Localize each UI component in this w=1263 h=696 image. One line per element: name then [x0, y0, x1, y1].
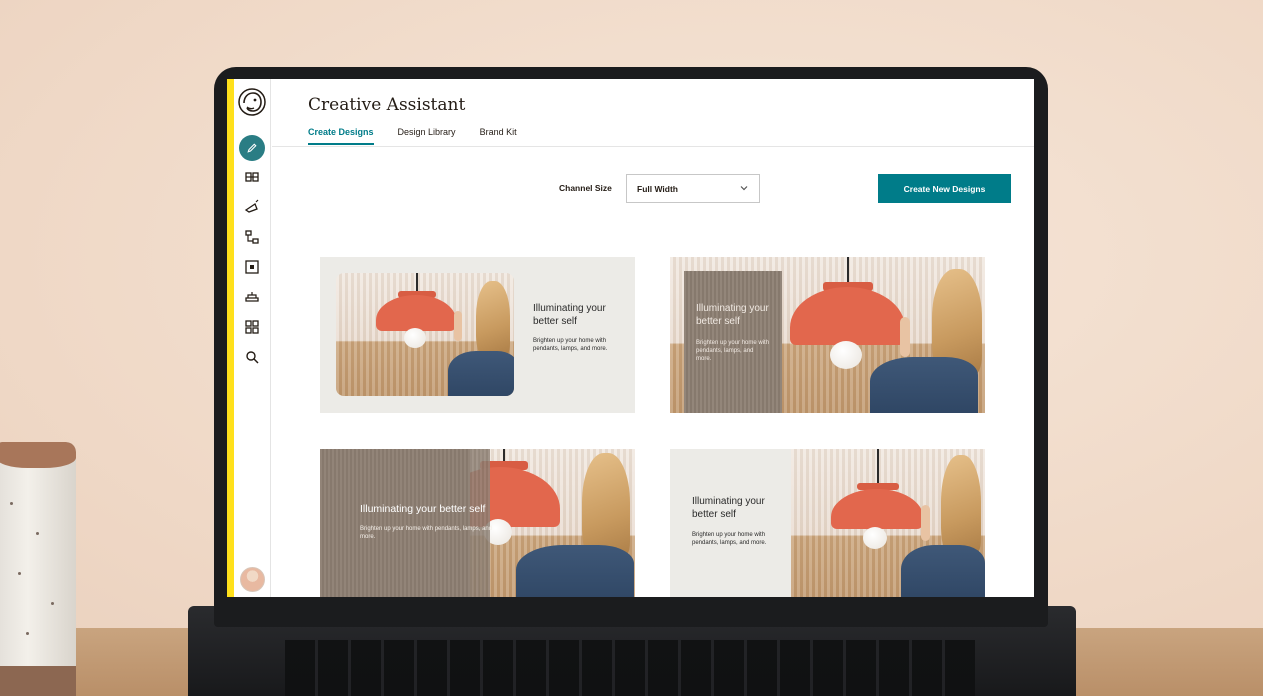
design-card-1[interactable]: Illuminating your better self Brighten u…: [320, 257, 635, 413]
design-body-text: Brighten up your home with pendants, lam…: [533, 338, 608, 352]
brand-strip: [227, 79, 234, 597]
design-card-3[interactable]: Illuminating your better self Brighten u…: [320, 449, 635, 597]
automation-icon[interactable]: [240, 225, 264, 249]
design-photo: [336, 273, 514, 396]
tab-design-library[interactable]: Design Library: [398, 127, 456, 145]
channel-size-label: Channel Size: [559, 183, 612, 193]
campaign-icon[interactable]: [240, 195, 264, 219]
chevron-down-icon: [740, 186, 748, 191]
design-headline: Illuminating your better self: [360, 503, 486, 515]
create-new-designs-button[interactable]: Create New Designs: [878, 174, 1011, 203]
tab-create-designs[interactable]: Create Designs: [308, 127, 374, 145]
design-headline: Illuminating your better self: [533, 303, 606, 327]
channel-size-select[interactable]: Full Width: [626, 174, 760, 203]
design-body-text: Brighten up your home with pendants, lam…: [360, 526, 493, 540]
design-photo: [470, 449, 635, 597]
design-body-text: Brighten up your home with pendants, lam…: [696, 340, 770, 362]
coffee-mug: [0, 442, 76, 696]
design-card-2[interactable]: Illuminating your better self Brighten u…: [670, 257, 985, 413]
design-photo: [791, 449, 985, 597]
grid-icon[interactable]: [240, 315, 264, 339]
search-icon[interactable]: [240, 345, 264, 369]
sidebar: [234, 79, 271, 597]
page-title: Creative Assistant: [308, 95, 466, 115]
design-body-text: Brighten up your home with pendants, lam…: [692, 532, 767, 546]
text-overlay: [320, 449, 490, 597]
design-card-4[interactable]: Illuminating your better self Brighten u…: [670, 449, 985, 597]
design-headline: Illuminating your better self: [692, 496, 765, 520]
app-screen: Creative Assistant Create Designs Design…: [227, 79, 1034, 597]
content-icon[interactable]: [240, 255, 264, 279]
audience-icon[interactable]: [240, 165, 264, 189]
channel-size-value: Full Width: [637, 184, 678, 194]
mailchimp-logo-icon[interactable]: [237, 87, 267, 117]
text-panel: Illuminating your better self Brighten u…: [684, 271, 782, 413]
user-avatar[interactable]: [240, 567, 265, 592]
design-headline: Illuminating your better self: [696, 303, 769, 327]
tab-brand-kit[interactable]: Brand Kit: [480, 127, 517, 145]
integrations-icon[interactable]: [240, 285, 264, 309]
page-header: Creative Assistant Create Designs Design…: [272, 79, 1034, 147]
tab-bar: Create Designs Design Library Brand Kit: [308, 127, 517, 145]
laptop-keyboard: [285, 640, 975, 696]
create-pencil-icon[interactable]: [239, 135, 265, 161]
